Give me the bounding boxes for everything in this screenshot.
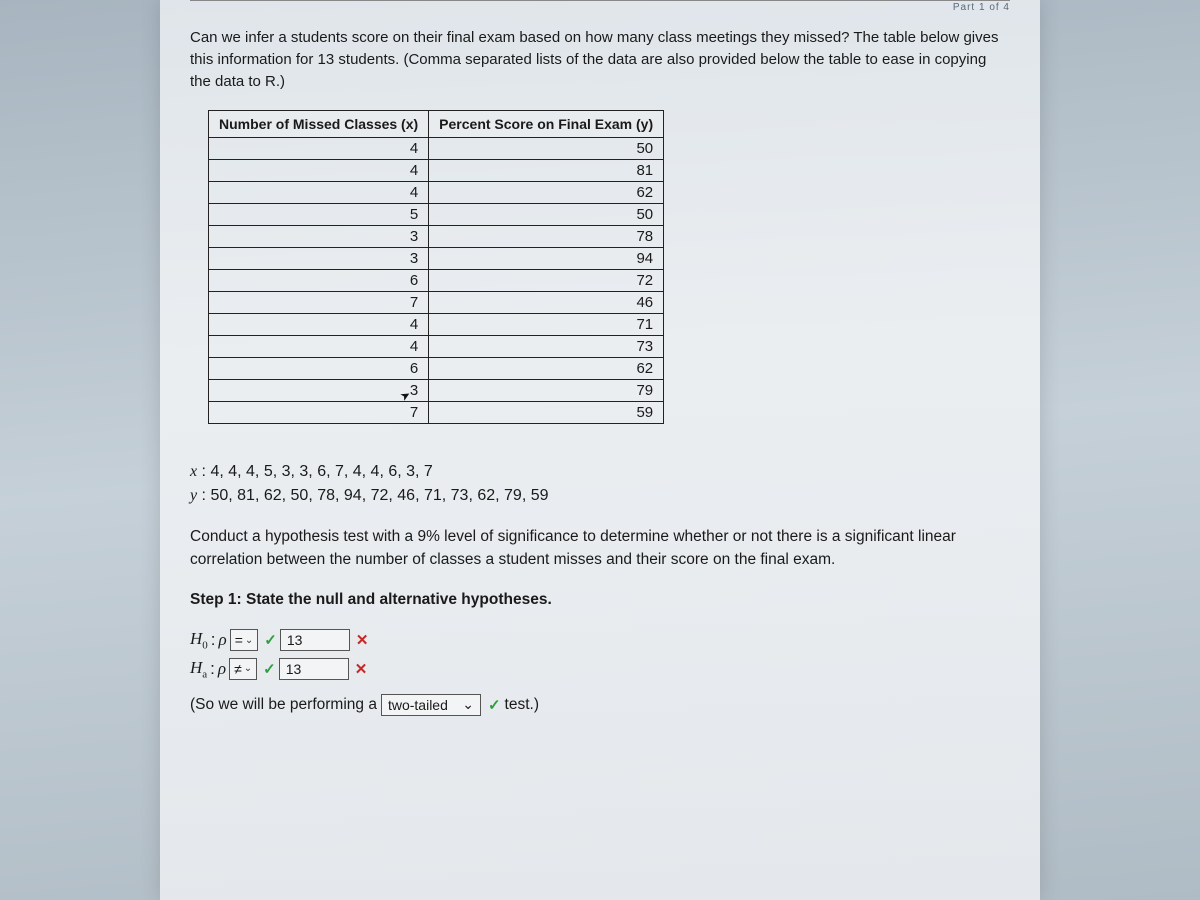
ha-operator-select[interactable]: ≠⌄	[229, 658, 257, 680]
cell-x: ➤3	[209, 380, 429, 402]
table-row: 473	[209, 336, 664, 358]
h0-operator-select[interactable]: =⌄	[230, 629, 259, 651]
cell-y: 62	[429, 358, 664, 380]
test-type-select[interactable]: two-tailed ⌄	[381, 694, 481, 716]
cell-y: 50	[429, 204, 664, 226]
cell-y: 81	[429, 160, 664, 182]
cell-y: 62	[429, 182, 664, 204]
rho-symbol: ρ	[218, 659, 226, 679]
cross-icon: ✕	[355, 660, 368, 678]
cell-y: 59	[429, 402, 664, 424]
cell-x: 4	[209, 314, 429, 336]
question-page: Part 1 of 4 Can we infer a students scor…	[160, 0, 1040, 900]
cell-y: 79	[429, 380, 664, 402]
final-post: test.)	[505, 696, 539, 714]
step1-heading: Step 1: State the null and alternative h…	[190, 591, 1010, 609]
table-row: 394	[209, 248, 664, 270]
table-header-row: Number of Missed Classes (x) Percent Sco…	[209, 111, 664, 138]
y-values: 50, 81, 62, 50, 78, 94, 72, 46, 71, 73, …	[210, 487, 548, 504]
ha-label: Ha	[190, 658, 207, 680]
table-row: 471	[209, 314, 664, 336]
cell-y: 72	[429, 270, 664, 292]
cell-y: 78	[429, 226, 664, 248]
table-row: 746	[209, 292, 664, 314]
cell-x: 3	[209, 248, 429, 270]
check-icon: ✓	[264, 631, 277, 649]
cell-y: 94	[429, 248, 664, 270]
rho-symbol: ρ	[219, 630, 227, 650]
data-lists: x : 4, 4, 4, 5, 3, 3, 6, 7, 4, 4, 6, 3, …	[190, 460, 1010, 508]
table-row: 378	[209, 226, 664, 248]
y-list-row: y : 50, 81, 62, 50, 78, 94, 72, 46, 71, …	[190, 484, 1010, 508]
cell-y: 50	[429, 138, 664, 160]
cell-x: 4	[209, 182, 429, 204]
cell-x: 3	[209, 226, 429, 248]
test-type-line: (So we will be performing a two-tailed ⌄…	[190, 694, 1010, 716]
part-indicator: Part 1 of 4	[953, 2, 1010, 13]
instruction-text: Conduct a hypothesis test with a 9% leve…	[190, 526, 1010, 571]
intro-text: Can we infer a students score on their f…	[190, 27, 1010, 92]
table-row: 450	[209, 138, 664, 160]
data-table: Number of Missed Classes (x) Percent Sco…	[208, 110, 664, 424]
alt-hypothesis-row: Ha : ρ ≠⌄ ✓ 13 ✕	[190, 658, 1010, 680]
check-icon: ✓	[488, 696, 501, 714]
cell-y: 71	[429, 314, 664, 336]
cell-x: 7	[209, 402, 429, 424]
table-row: 759	[209, 402, 664, 424]
table-row: 672	[209, 270, 664, 292]
table-row: 462	[209, 182, 664, 204]
table-row: ➤379	[209, 380, 664, 402]
chevron-down-icon: ⌄	[462, 696, 474, 713]
table-row: 481	[209, 160, 664, 182]
cross-icon: ✕	[356, 631, 369, 649]
x-values: 4, 4, 4, 5, 3, 3, 6, 7, 4, 4, 6, 3, 7	[210, 463, 432, 480]
table-row: 550	[209, 204, 664, 226]
cell-x: 4	[209, 160, 429, 182]
cell-y: 46	[429, 292, 664, 314]
cell-x: 7	[209, 292, 429, 314]
cell-x: 4	[209, 336, 429, 358]
h0-value-input[interactable]: 13	[280, 629, 350, 651]
table-row: 662	[209, 358, 664, 380]
header-x: Number of Missed Classes (x)	[209, 111, 429, 138]
cell-x: 4	[209, 138, 429, 160]
header-y: Percent Score on Final Exam (y)	[429, 111, 664, 138]
cell-x: 5	[209, 204, 429, 226]
final-pre: (So we will be performing a	[190, 696, 377, 714]
cell-x: 6	[209, 270, 429, 292]
ha-value-input[interactable]: 13	[279, 658, 349, 680]
chevron-down-icon: ⌄	[245, 635, 253, 646]
cell-y: 73	[429, 336, 664, 358]
chevron-down-icon: ⌄	[244, 663, 252, 674]
cell-x: 6	[209, 358, 429, 380]
top-divider	[190, 0, 1010, 15]
check-icon: ✓	[263, 660, 276, 678]
x-list-row: x : 4, 4, 4, 5, 3, 3, 6, 7, 4, 4, 6, 3, …	[190, 460, 1010, 484]
h0-label: H0	[190, 629, 208, 651]
null-hypothesis-row: H0 : ρ =⌄ ✓ 13 ✕	[190, 629, 1010, 651]
